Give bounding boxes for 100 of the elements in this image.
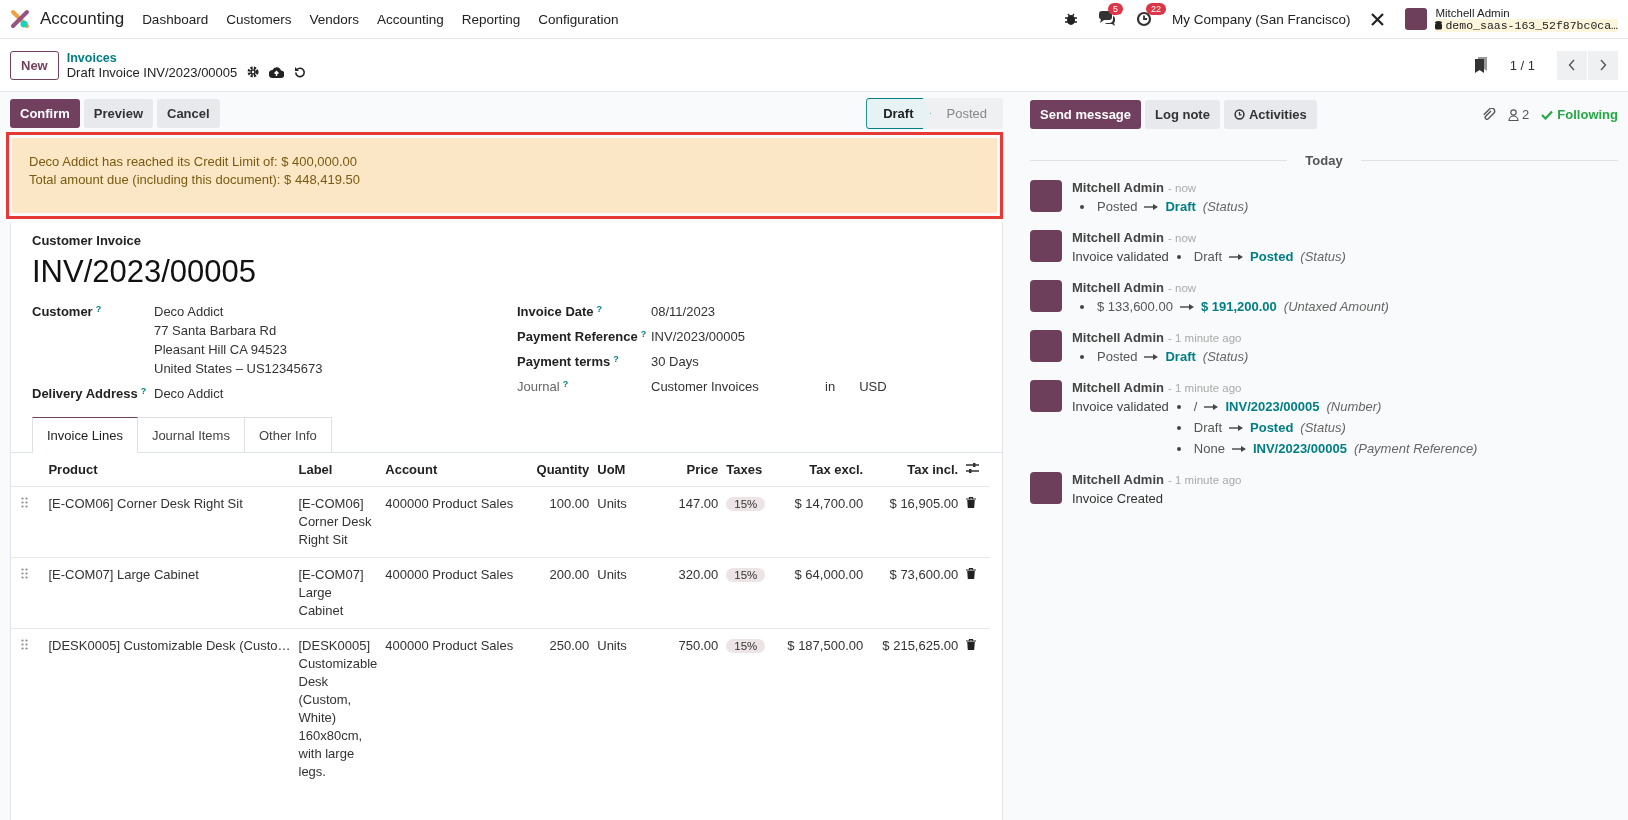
- invoice-number: INV/2023/00005: [32, 254, 258, 290]
- message-author[interactable]: Mitchell Admin: [1072, 230, 1164, 245]
- cloud-upload-icon[interactable]: [269, 66, 285, 78]
- breadcrumb-link[interactable]: Invoices: [66, 50, 307, 65]
- trash-icon[interactable]: [966, 568, 977, 579]
- drag-handle-icon[interactable]: [21, 497, 28, 508]
- table-cell: Units: [597, 567, 627, 582]
- chatter-button[interactable]: Activities: [1223, 100, 1317, 129]
- clock-icon[interactable]: [1135, 11, 1152, 27]
- chatter-button[interactable]: Log note: [1145, 100, 1220, 129]
- column-header[interactable]: Label: [298, 462, 333, 477]
- new-value: Draft: [1165, 349, 1196, 364]
- help-tooltip[interactable]: ?: [140, 386, 147, 396]
- column-header[interactable]: Tax incl.: [907, 462, 959, 477]
- notification-badge: 5: [1107, 3, 1123, 15]
- menu-item[interactable]: Accounting: [377, 11, 444, 27]
- arrow-icon: [1179, 303, 1194, 310]
- drag-handle-icon[interactable]: [21, 639, 28, 650]
- table-cell: $ 73,600.00: [889, 567, 959, 582]
- app-logo-icon[interactable]: [10, 9, 30, 29]
- message-author[interactable]: Mitchell Admin: [1072, 380, 1164, 395]
- app-name[interactable]: Accounting: [40, 9, 125, 29]
- tab[interactable]: Invoice Lines: [32, 417, 138, 453]
- new-button[interactable]: New: [10, 50, 59, 80]
- trash-icon[interactable]: [966, 639, 977, 650]
- table-cell: 400000 Product Sales: [385, 638, 514, 653]
- paperclip-icon[interactable]: [1482, 107, 1497, 122]
- field-value[interactable]: 08/11/2023: [651, 304, 716, 319]
- chat-icon[interactable]: [1097, 11, 1116, 27]
- field-value[interactable]: Deco Addict: [154, 386, 304, 401]
- table-cell: 100.00: [549, 496, 590, 511]
- help-tooltip[interactable]: ?: [640, 329, 647, 339]
- menu-item[interactable]: Reporting: [461, 11, 521, 27]
- table-cell: $ 187,500.00: [787, 638, 864, 653]
- action-button[interactable]: Cancel: [157, 99, 220, 128]
- table-cell: 147.00: [678, 496, 719, 511]
- field-value[interactable]: 30 Days: [651, 354, 801, 369]
- gear-icon[interactable]: [247, 66, 260, 78]
- tools-icon[interactable]: [1370, 11, 1386, 27]
- alert-text: Total amount due (including this document): $ 448,419.50: [29, 172, 361, 187]
- undo-icon[interactable]: [294, 66, 307, 78]
- column-header[interactable]: UoM: [597, 462, 626, 477]
- user-name[interactable]: Mitchell Admin: [1435, 6, 1618, 19]
- notification-badge: 22: [1145, 3, 1166, 15]
- field-value[interactable]: United States – US12345673: [154, 361, 323, 376]
- message-author[interactable]: Mitchell Admin: [1072, 472, 1164, 487]
- message-time: - 1 minute ago: [1167, 332, 1242, 344]
- tax-tag: 15%: [726, 568, 766, 582]
- message-author[interactable]: Mitchell Admin: [1072, 330, 1164, 345]
- old-value: None: [1193, 441, 1225, 456]
- column-header[interactable]: Price: [686, 462, 719, 477]
- arrow-icon: [1144, 353, 1159, 360]
- column-header[interactable]: Quantity: [536, 462, 590, 477]
- table-cell-text: [E-COM06]: [298, 495, 365, 513]
- tab[interactable]: Journal Items: [137, 417, 245, 453]
- document-type: Customer Invoice: [32, 233, 143, 248]
- field-value[interactable]: Deco Addict: [154, 304, 323, 319]
- menu-item[interactable]: Customers: [226, 11, 292, 27]
- help-tooltip[interactable]: ?: [562, 379, 569, 389]
- menu-item[interactable]: Configuration: [538, 11, 619, 27]
- column-header[interactable]: Taxes: [726, 462, 763, 477]
- chatter-button[interactable]: Send message: [1030, 100, 1142, 129]
- column-header[interactable]: Tax excl.: [809, 462, 864, 477]
- column-header[interactable]: Product: [48, 462, 98, 477]
- message-author[interactable]: Mitchell Admin: [1072, 280, 1164, 295]
- column-settings-icon[interactable]: [966, 462, 980, 474]
- tab[interactable]: Other Info: [244, 417, 332, 453]
- table-cell: Units: [597, 638, 627, 653]
- action-button[interactable]: Preview: [83, 99, 153, 128]
- bullet-icon: [1176, 254, 1181, 259]
- message-text: Invoice validated: [1072, 399, 1169, 416]
- table-cell-text: (Custom,: [298, 691, 353, 709]
- field-value[interactable]: Customer Invoices: [651, 379, 801, 394]
- bullet-icon: [1176, 425, 1181, 430]
- trash-icon[interactable]: [966, 497, 977, 508]
- help-tooltip[interactable]: ?: [95, 304, 102, 314]
- table-cell-text: Large: [298, 584, 333, 602]
- status-step[interactable]: Draft: [866, 98, 931, 129]
- help-tooltip[interactable]: ?: [596, 304, 603, 314]
- currency-value[interactable]: USD: [859, 379, 887, 394]
- message-time: - 1 minute ago: [1167, 382, 1242, 394]
- field-name: (Status): [1300, 249, 1346, 264]
- company-switcher[interactable]: My Company (San Francisco): [1171, 11, 1351, 27]
- message-time: - now: [1167, 282, 1197, 294]
- field-value[interactable]: 77 Santa Barbara Rd: [154, 323, 323, 338]
- message-author[interactable]: Mitchell Admin: [1072, 180, 1164, 195]
- column-header[interactable]: Account: [385, 462, 438, 477]
- help-tooltip[interactable]: ?: [613, 354, 619, 364]
- field-value[interactable]: Pleasant Hill CA 94523: [154, 342, 323, 357]
- field-value[interactable]: INV/2023/00005: [651, 329, 801, 344]
- user-avatar[interactable]: [1405, 8, 1428, 30]
- bug-icon[interactable]: [1063, 12, 1078, 26]
- bookmark-icon[interactable]: [1473, 57, 1488, 73]
- bullet-icon: [1176, 446, 1181, 451]
- menu-item[interactable]: Vendors: [309, 11, 359, 27]
- drag-handle-icon[interactable]: [21, 568, 28, 579]
- old-value: /: [1193, 399, 1198, 414]
- menu-item[interactable]: Dashboard: [142, 11, 209, 27]
- followers-button[interactable]: 2: [1508, 107, 1530, 122]
- action-button[interactable]: Confirm: [10, 99, 80, 128]
